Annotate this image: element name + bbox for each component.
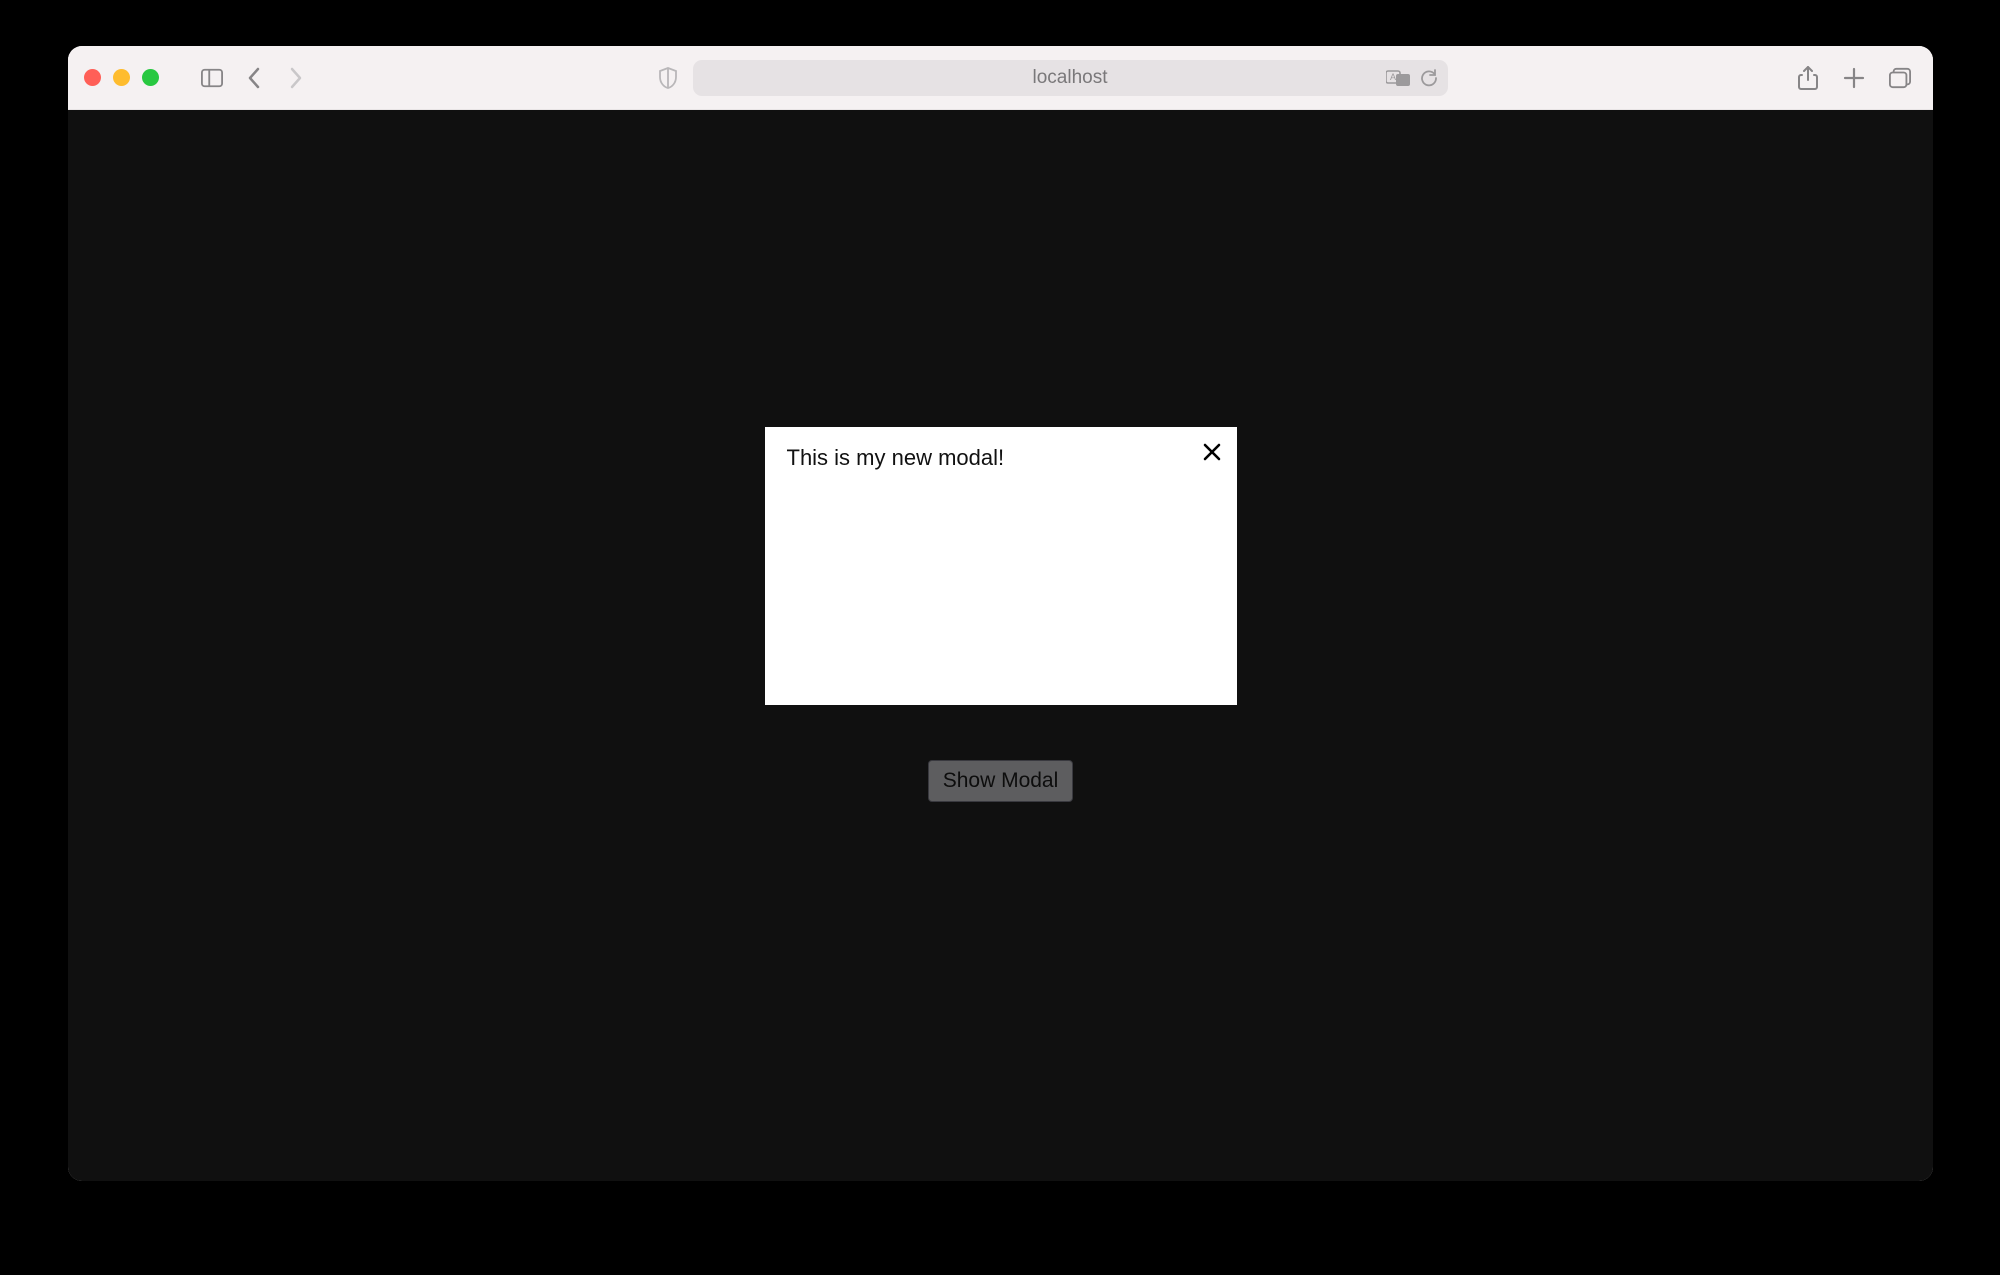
address-bar[interactable]: localhost A — [693, 60, 1448, 96]
svg-text:A: A — [1389, 72, 1395, 82]
forward-button[interactable] — [285, 67, 307, 89]
new-tab-icon[interactable] — [1843, 67, 1865, 89]
page-viewport: Show Modal This is my new modal! — [68, 110, 1933, 1181]
modal-overlay[interactable]: This is my new modal! — [68, 110, 1933, 1181]
sidebar-toggle-icon[interactable] — [201, 67, 223, 89]
translate-icon[interactable]: A — [1386, 69, 1410, 87]
traffic-lights — [84, 69, 159, 86]
window-close-button[interactable] — [84, 69, 101, 86]
share-icon[interactable] — [1797, 67, 1819, 89]
window-maximize-button[interactable] — [142, 69, 159, 86]
address-text: localhost — [1033, 67, 1108, 89]
browser-window: localhost A — [68, 46, 1933, 1181]
tab-overview-icon[interactable] — [1889, 67, 1911, 89]
privacy-shield-icon[interactable] — [657, 67, 679, 89]
back-button[interactable] — [243, 67, 265, 89]
browser-toolbar: localhost A — [68, 46, 1933, 110]
reload-icon[interactable] — [1420, 69, 1438, 87]
modal-text: This is my new modal! — [787, 445, 1215, 471]
modal-dialog: This is my new modal! — [765, 427, 1237, 705]
modal-close-button[interactable] — [1201, 441, 1223, 463]
window-minimize-button[interactable] — [113, 69, 130, 86]
